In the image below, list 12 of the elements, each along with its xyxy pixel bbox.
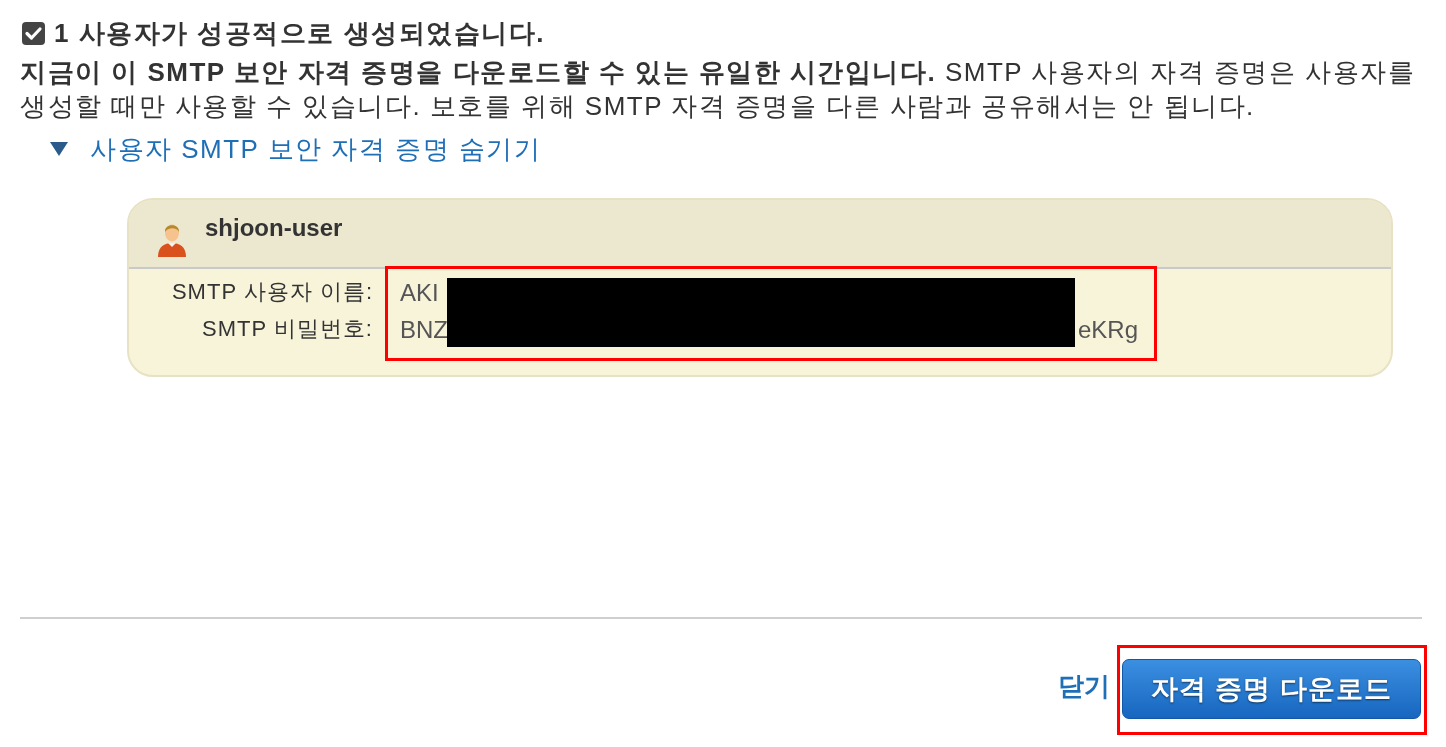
field-label: SMTP 비밀번호: bbox=[202, 315, 373, 343]
field-value: AKI bbox=[400, 278, 439, 308]
success-title: 1 사용자가 성공적으로 생성되었습니다. bbox=[54, 17, 545, 49]
download-button[interactable]: 자격 증명 다운로드 bbox=[1122, 659, 1421, 719]
close-link[interactable]: 닫기 bbox=[1058, 668, 1110, 704]
triangle-icon[interactable] bbox=[50, 141, 68, 157]
field-value: BNZ bbox=[400, 315, 448, 345]
warning-message: 지금이 이 SMTP 보안 자격 증명을 다운로드할 수 있는 유일한 시간입니다. SMTP 사용자의 자격 증명은 사용자를 생성할 때만 사용할 수 있습니다. 보호를 위해 SMTP 자격 증명을 다른 사람과 공유해서는 안 됩니다. bbox=[20, 56, 1417, 123]
user-name: shjoon-user bbox=[205, 213, 343, 242]
field-label: SMTP 사용자 이름: bbox=[171, 278, 373, 306]
hide-credentials-link[interactable]: 사용자 SMTP 보안 자격 증명 숨기기 bbox=[90, 133, 542, 165]
field-value: eKRg bbox=[1077, 315, 1138, 345]
